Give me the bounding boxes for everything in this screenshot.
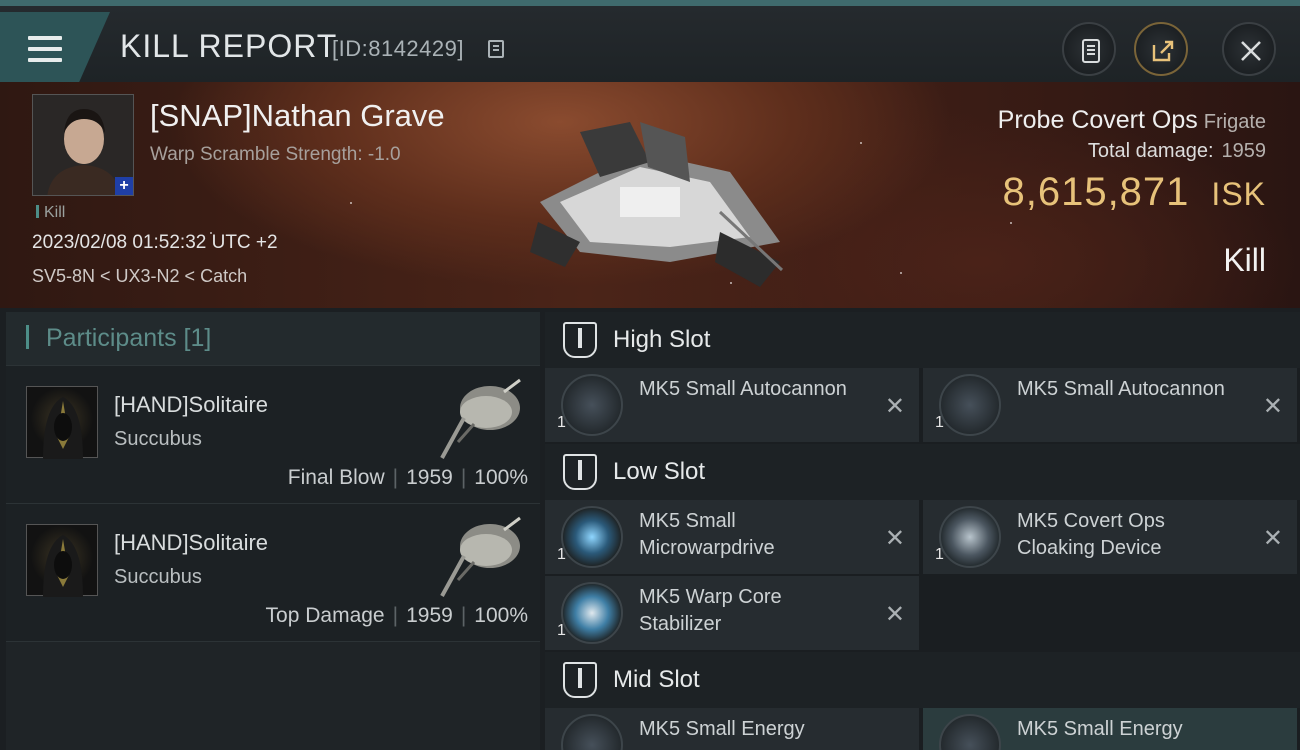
participant-stats: Final Blow | 1959 | 100% [287,466,528,489]
module-quantity: 1 [935,414,944,431]
isk-unit: ISK [1211,176,1266,212]
mid-slot-label: Mid Slot [613,666,700,693]
module-name: MK5 Covert Ops Cloaking Device [1017,510,1165,559]
x-mark-icon: ✕ [884,525,905,552]
menu-tab[interactable] [0,12,110,82]
victim-stat-line: Warp Scramble Strength: -1.0 [150,144,401,165]
x-mark-icon: ✕ [884,601,905,628]
energy-module-icon [561,714,623,750]
module-quantity: 1 [935,546,944,563]
participant-avatar[interactable] [26,524,98,597]
close-button[interactable] [1222,22,1276,76]
copy-icon[interactable] [488,40,504,58]
module-item[interactable]: 1 MK5 Small Autocannon ✕ [545,368,919,442]
high-slot-icon [563,322,597,358]
clipboard-icon [1082,39,1100,63]
low-slot-row: 1 MK5 Warp Core Stabilizer ✕ [545,576,1300,652]
module-item[interactable]: 1 MK5 Covert Ops Cloaking Device ✕ [923,500,1297,574]
share-icon [1152,40,1174,62]
module-quantity: 1 [557,546,566,563]
module-name: MK5 Small Autocannon [639,378,847,400]
high-slot-row: 1 MK5 Small Autocannon ✕ 1 MK5 Small Aut… [545,368,1300,444]
module-item[interactable]: 1 MK5 Warp Core Stabilizer ✕ [545,576,919,650]
participant-stats: Top Damage | 1959 | 100% [265,604,528,627]
participant-damage: 1959 [406,604,453,627]
ship-class: Frigate [1203,111,1266,133]
module-quantity: 1 [557,414,566,431]
isk-value: 8,615,871 ISK [1002,170,1266,215]
warp-core-stabilizer-icon [561,582,623,644]
participants-header: Participants [1] [6,312,540,366]
victim-pilot-name[interactable]: [SNAP]Nathan Grave [150,98,445,134]
low-slot-label: Low Slot [613,458,706,485]
x-mark-icon: ✕ [1262,393,1283,420]
participants-panel: Participants [1] [HAND]Solitaire Succubu… [6,312,540,750]
header-bar: KILL REPORT [ID:8142429] [0,0,1300,82]
module-item[interactable]: 1 MK5 Small Microwarpdrive ✕ [545,500,919,574]
kill-banner: + [SNAP]Nathan Grave Warp Scramble Stren… [0,82,1300,308]
isk-amount: 8,615,871 [1002,170,1190,214]
report-id: [ID:8142429] [332,36,464,61]
module-quantity: 1 [557,622,566,639]
mid-slot-row: MK5 Small Energy MK5 Small Energy [545,708,1300,750]
participant-avatar[interactable] [26,386,98,459]
participant-percent: 100% [474,466,528,489]
autocannon-icon [561,374,623,436]
participant-percent: 100% [474,604,528,627]
close-icon [1241,41,1261,61]
mid-slot-icon [563,662,597,698]
participants-label: Participants [45,324,177,352]
x-mark-icon: ✕ [1262,525,1283,552]
kill-datetime: 2023/02/08 01:52:32 UTC +2 [32,232,278,253]
module-item[interactable]: MK5 Small Energy [545,708,919,750]
kill-result: Kill [1223,242,1266,278]
module-name: MK5 Small Energy [639,718,805,740]
victim-portrait[interactable]: + [32,94,134,196]
module-name: MK5 Small Autocannon [1017,378,1225,400]
autocannon-icon [939,374,1001,436]
module-name: MK5 Small Energy [1017,718,1183,740]
low-slot-icon [563,454,597,490]
high-slot-header: High Slot [545,312,1300,368]
fitting-panel: High Slot 1 MK5 Small Autocannon ✕ 1 MK5… [545,312,1300,750]
participant-role: Final Blow [287,466,385,489]
participant-ship-image[interactable] [434,372,526,464]
total-damage: Total damage: 1959 [1088,140,1266,163]
share-button[interactable] [1134,22,1188,76]
high-slot-label: High Slot [613,326,711,353]
page-title: KILL REPORT [120,28,338,64]
victim-ship-image [530,122,784,287]
module-name: MK5 Warp Core Stabilizer [639,586,782,635]
participant-name[interactable]: [HAND]Solitaire [114,530,268,556]
participant-damage: 1959 [406,466,453,489]
low-slot-header: Low Slot [545,444,1300,500]
low-slot-row: 1 MK5 Small Microwarpdrive ✕ 1 MK5 Cover… [545,500,1300,576]
module-name: MK5 Small Microwarpdrive [639,510,775,559]
participant-ship-image[interactable] [434,510,526,602]
total-damage-value: 1959 [1221,140,1267,162]
module-item[interactable]: MK5 Small Energy [923,708,1297,750]
x-mark-icon: ✕ [884,393,905,420]
participant-name[interactable]: [HAND]Solitaire [114,392,268,418]
energy-module-icon [939,714,1001,750]
participants-count: [1] [183,324,212,352]
participant-row[interactable]: [HAND]Solitaire Succubus Top Damage | 1959… [6,504,540,642]
hamburger-menu-icon[interactable] [28,36,62,62]
kill-location: SV5-8N < UX3-N2 < Catch [32,266,248,286]
add-contact-icon[interactable]: + [115,177,133,195]
total-damage-label: Total damage: [1087,140,1214,162]
ship-name: Probe Covert Ops [997,106,1198,134]
cloaking-device-icon [939,506,1001,568]
victim-ship[interactable]: Probe Covert Ops Frigate [998,106,1266,135]
participant-ship: Succubus [114,428,202,450]
participant-role: Top Damage [265,604,385,627]
participant-ship: Succubus [114,566,202,588]
kill-tag: Kill [36,204,65,222]
participant-row[interactable]: [HAND]Solitaire Succubus Final Blow | 1959… [6,366,540,504]
notes-button[interactable] [1062,22,1116,76]
microwarpdrive-icon [561,506,623,568]
mid-slot-header: Mid Slot [545,652,1300,708]
module-item[interactable]: 1 MK5 Small Autocannon ✕ [923,368,1297,442]
